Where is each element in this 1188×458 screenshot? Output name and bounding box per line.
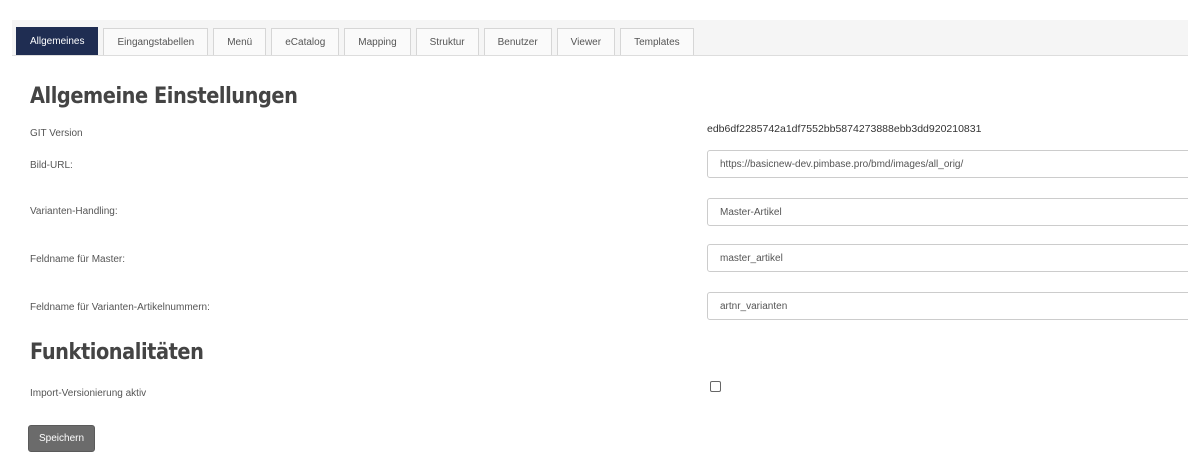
variant-handling-label: Varianten-Handling:	[30, 206, 118, 217]
save-button[interactable]: Speichern	[28, 425, 96, 452]
tab-mapping[interactable]: Mapping	[344, 28, 411, 55]
tab-viewer[interactable]: Viewer	[556, 28, 616, 55]
import-versioning-label: Import-Versionierung aktiv	[30, 388, 147, 399]
tab-menu[interactable]: Menü	[213, 28, 267, 55]
settings-page: Allgemeines Eingangstabellen Menü eCatal…	[0, 0, 1188, 458]
tab-benutzer[interactable]: Benutzer	[483, 28, 552, 55]
variant-numbers-label: Feldname für Varianten-Artikelnummern:	[30, 302, 210, 313]
image-url-input[interactable]	[707, 150, 1188, 178]
general-settings-heading: Allgemeine Einstellungen	[30, 84, 298, 109]
git-version-label: GIT Version	[30, 128, 83, 139]
variant-numbers-input[interactable]	[707, 292, 1188, 320]
variant-handling-select[interactable]: Master-Artikel	[707, 198, 1188, 226]
tab-ecatalog[interactable]: eCatalog	[271, 28, 340, 55]
master-field-input[interactable]	[707, 244, 1188, 272]
tab-templates[interactable]: Templates	[620, 28, 694, 55]
features-heading: Funktionalitäten	[30, 340, 204, 365]
import-versioning-checkbox[interactable]	[710, 381, 721, 392]
master-field-label: Feldname für Master:	[30, 254, 126, 265]
tab-struktur[interactable]: Struktur	[415, 28, 479, 55]
tab-eingangstabellen[interactable]: Eingangstabellen	[103, 28, 209, 55]
variant-handling-selected-value: Master-Artikel	[720, 206, 782, 218]
tab-bar: Allgemeines Eingangstabellen Menü eCatal…	[12, 20, 1188, 56]
git-version-value: edb6df2285742a1df7552bb5874273888ebb3dd9…	[707, 123, 982, 135]
tab-allgemeines[interactable]: Allgemeines	[16, 27, 99, 55]
image-url-label: Bild-URL:	[30, 160, 73, 171]
